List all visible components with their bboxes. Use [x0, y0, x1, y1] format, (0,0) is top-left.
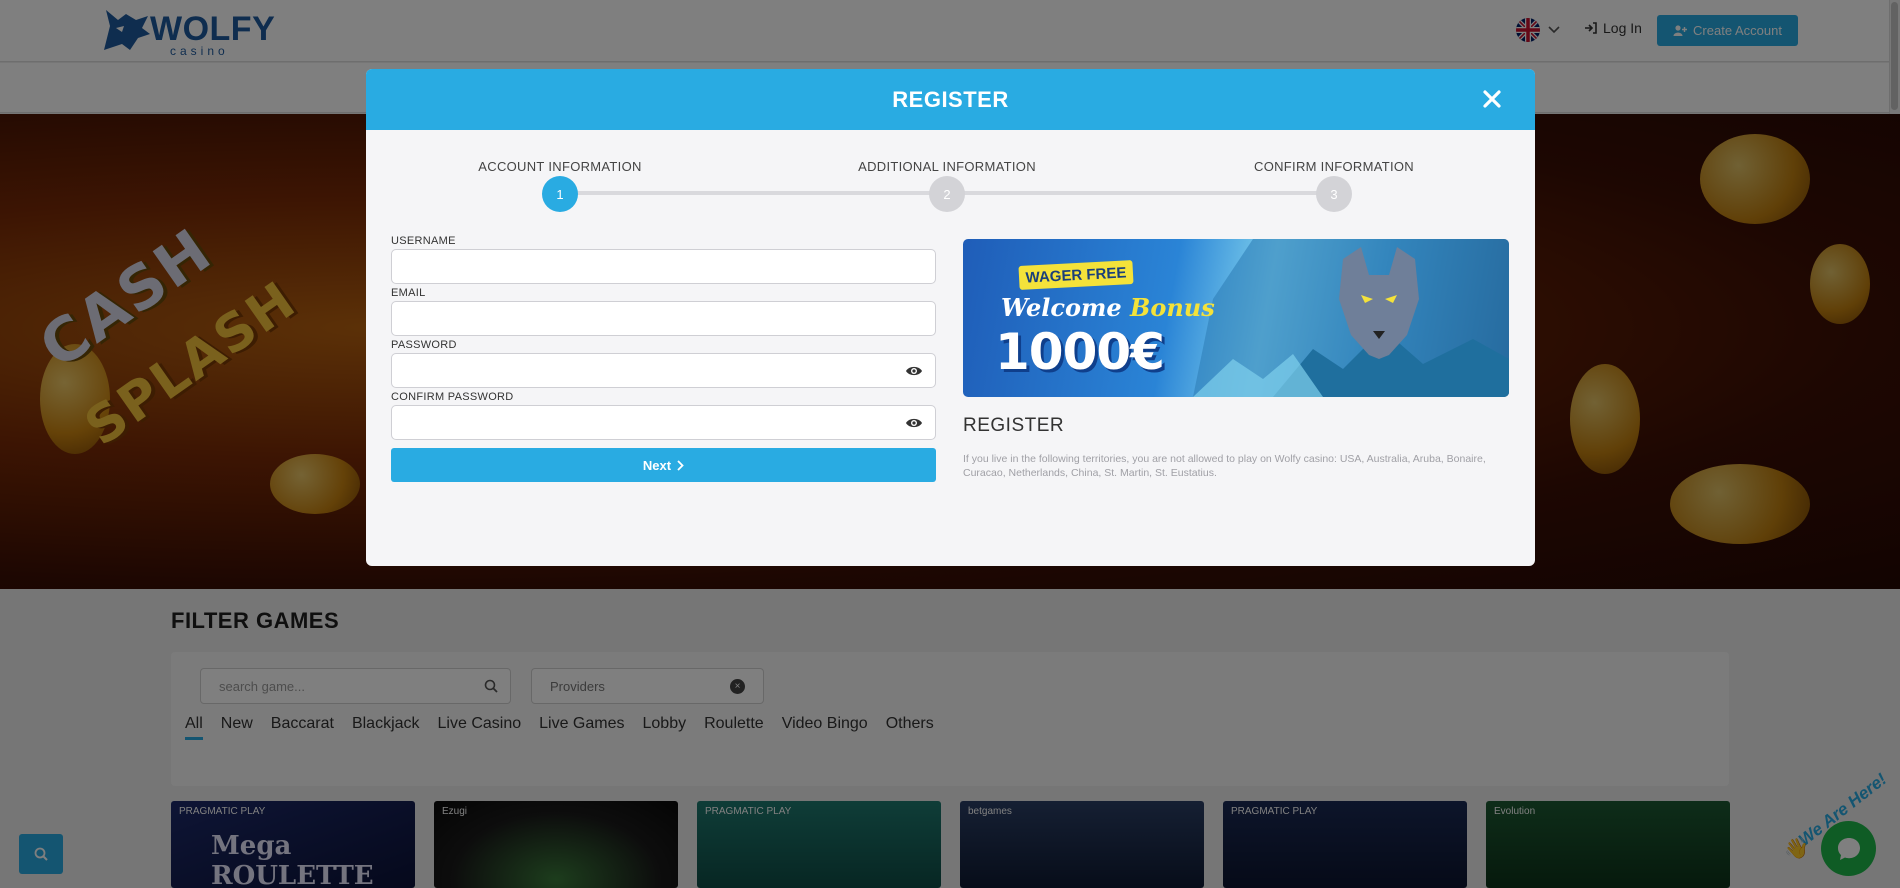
register-modal: REGISTER ACCOUNT INFORMATION ADDITIONAL … [366, 69, 1535, 566]
bonus-word: Bonus [1130, 293, 1215, 322]
modal-header: REGISTER [366, 69, 1535, 130]
register-info-heading: REGISTER [963, 415, 1065, 436]
chevron-right-icon [677, 459, 684, 471]
welcome-bonus-text: Welcome Bonus [1001, 293, 1215, 322]
email-field[interactable] [391, 301, 936, 336]
step-indicator-1: 1 [542, 176, 578, 212]
show-password-icon[interactable] [905, 365, 923, 377]
step-label-confirm: CONFIRM INFORMATION [1254, 159, 1414, 174]
show-confirm-password-icon[interactable] [905, 417, 923, 429]
next-button[interactable]: Next [391, 448, 936, 482]
welcome-bonus-banner: WAGER FREE Welcome Bonus 1000€ [963, 239, 1509, 397]
step-indicator-3: 3 [1316, 176, 1352, 212]
password-label: PASSWORD [391, 339, 457, 351]
close-icon[interactable] [1481, 88, 1503, 110]
email-label: EMAIL [391, 287, 426, 299]
welcome-word: Welcome [1001, 293, 1122, 322]
step-label-account: ACCOUNT INFORMATION [478, 159, 642, 174]
step-label-additional: ADDITIONAL INFORMATION [858, 159, 1036, 174]
step-indicator-2: 2 [929, 176, 965, 212]
bonus-amount: 1000€ [995, 323, 1165, 381]
confirm-password-label: CONFIRM PASSWORD [391, 391, 514, 403]
restricted-territories-note: If you live in the following territories… [963, 453, 1486, 479]
next-label: Next [642, 457, 672, 473]
modal-title: REGISTER [892, 87, 1009, 112]
wager-free-badge: WAGER FREE [1018, 260, 1134, 290]
password-field[interactable] [391, 353, 936, 388]
wolf-illustration [1193, 239, 1509, 397]
username-field[interactable] [391, 249, 936, 284]
confirm-password-field[interactable] [391, 405, 936, 440]
username-label: USERNAME [391, 235, 456, 247]
